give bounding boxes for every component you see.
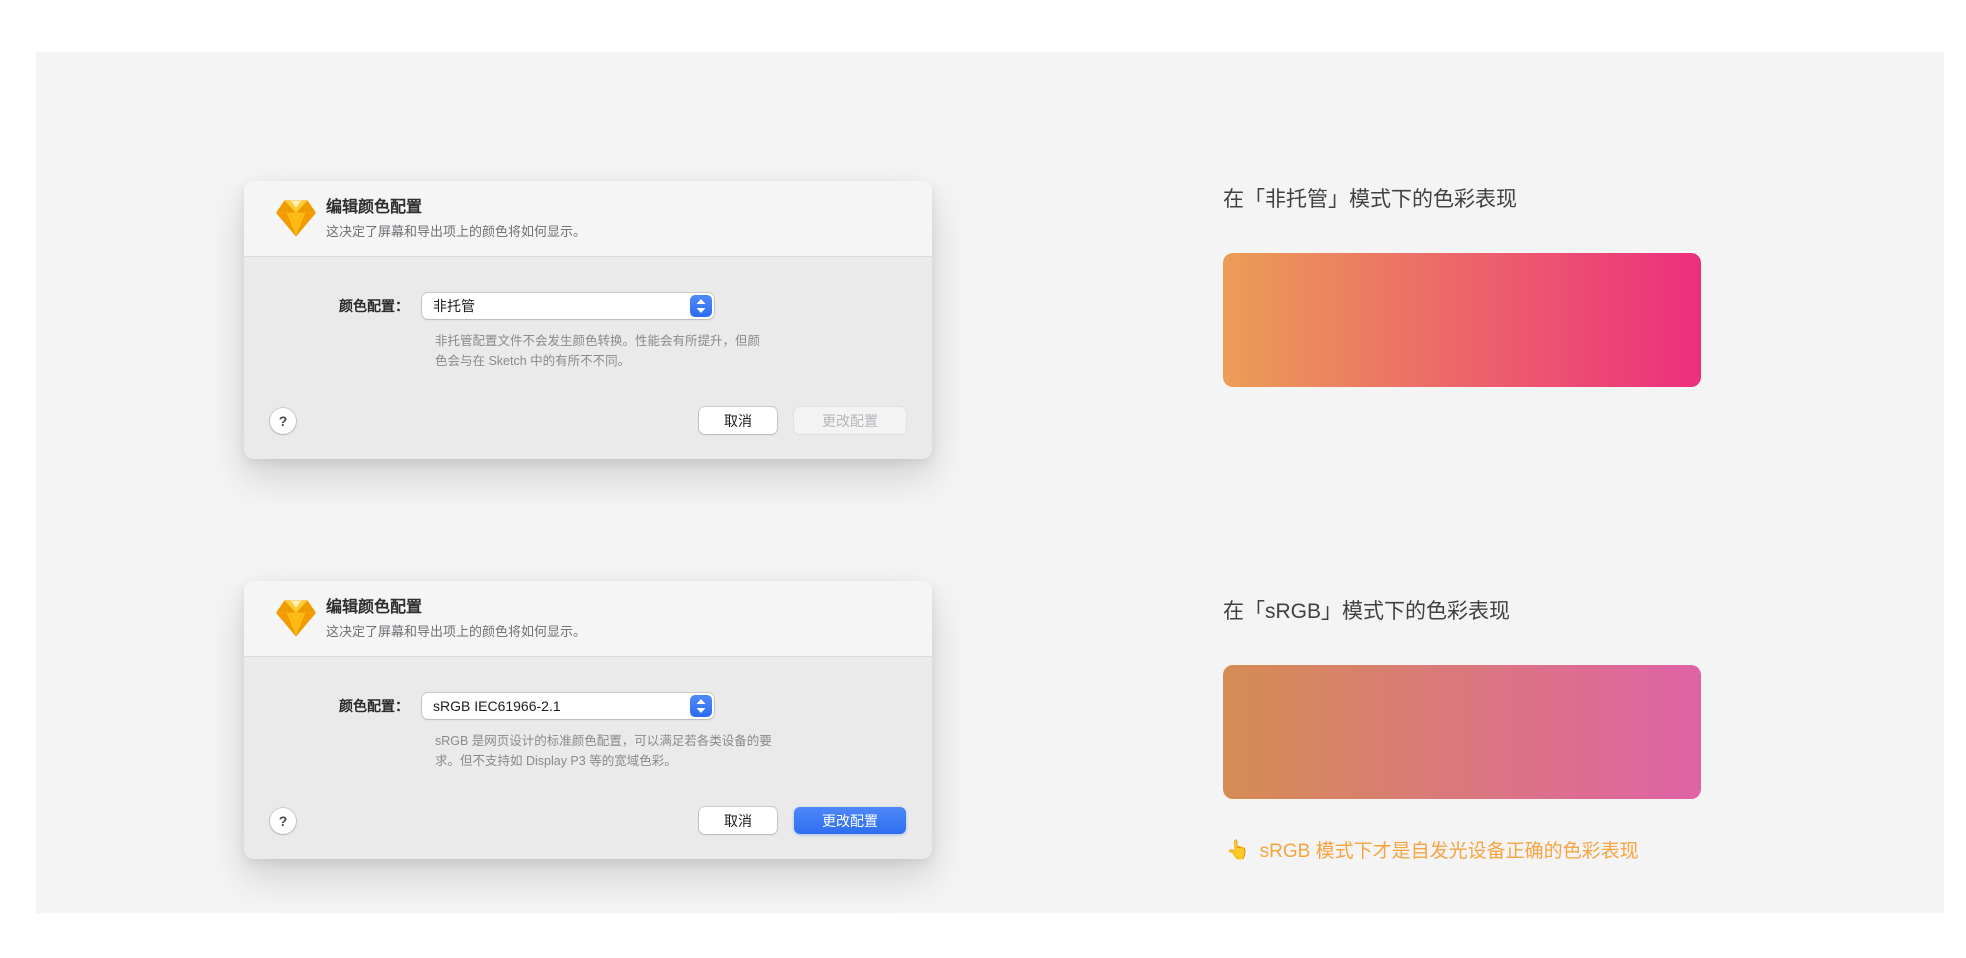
content-panel: 编辑颜色配置 这决定了屏幕和导出项上的颜色将如何显示。 颜色配置： 非托管 非托… <box>36 52 1944 913</box>
profile-description-line1: 非托管配置文件不会发生颜色转换。性能会有所提升，但颜 <box>435 334 760 348</box>
profile-description: sRGB 是网页设计的标准颜色配置，可以满足若各类设备的要 求。但不支持如 Di… <box>435 732 909 772</box>
dialog-header: 编辑颜色配置 这决定了屏幕和导出项上的颜色将如何显示。 <box>244 181 932 257</box>
stepper-chevrons-icon[interactable] <box>690 295 712 317</box>
color-profile-label: 颜色配置： <box>244 696 422 716</box>
cancel-button[interactable]: 取消 <box>699 807 777 834</box>
edit-color-profile-dialog-unmanaged: 编辑颜色配置 这决定了屏幕和导出项上的颜色将如何显示。 颜色配置： 非托管 非托… <box>244 181 932 459</box>
dialog-subtitle: 这决定了屏幕和导出项上的颜色将如何显示。 <box>326 621 586 640</box>
sketch-diamond-icon <box>276 200 316 237</box>
edit-color-profile-dialog-srgb: 编辑颜色配置 这决定了屏幕和导出项上的颜色将如何显示。 颜色配置： sRGB I… <box>244 581 932 859</box>
preview-title-srgb: 在「sRGB」模式下的色彩表现 <box>1223 595 1510 625</box>
dialog-header-text: 编辑颜色配置 这决定了屏幕和导出项上的颜色将如何显示。 <box>326 598 586 640</box>
color-profile-field-row: 颜色配置： sRGB IEC61966-2.1 <box>244 693 932 719</box>
pointing-up-finger-icon: 👆 <box>1226 838 1250 862</box>
preview-title-unmanaged: 在「非托管」模式下的色彩表现 <box>1223 183 1517 213</box>
help-button[interactable]: ? <box>270 808 296 834</box>
color-profile-select[interactable]: 非托管 <box>422 293 714 319</box>
dialog-header: 编辑颜色配置 这决定了屏幕和导出项上的颜色将如何显示。 <box>244 581 932 657</box>
profile-description-line1: sRGB 是网页设计的标准颜色配置，可以满足若各类设备的要 <box>435 734 772 748</box>
dialog-header-text: 编辑颜色配置 这决定了屏幕和导出项上的颜色将如何显示。 <box>326 198 586 240</box>
dialog-subtitle: 这决定了屏幕和导出项上的颜色将如何显示。 <box>326 221 586 240</box>
srgb-note-text: sRGB 模式下才是自发光设备正确的色彩表现 <box>1260 836 1639 863</box>
dialog-title: 编辑颜色配置 <box>326 198 586 218</box>
dialog-footer: ? 取消 更改配置 <box>244 807 932 834</box>
color-profile-field-row: 颜色配置： 非托管 <box>244 293 932 319</box>
gradient-swatch-unmanaged <box>1223 253 1701 387</box>
cancel-button[interactable]: 取消 <box>699 407 777 434</box>
color-profile-select-value: sRGB IEC61966-2.1 <box>422 698 561 714</box>
sketch-diamond-icon <box>276 600 316 637</box>
help-button[interactable]: ? <box>270 408 296 434</box>
gradient-swatch-srgb <box>1223 665 1701 799</box>
change-profile-button-disabled: 更改配置 <box>794 407 906 434</box>
color-profile-label: 颜色配置： <box>244 296 422 316</box>
color-profile-select-value: 非托管 <box>422 296 475 316</box>
change-profile-button[interactable]: 更改配置 <box>794 807 906 834</box>
dialog-footer: ? 取消 更改配置 <box>244 407 932 434</box>
color-profile-select[interactable]: sRGB IEC61966-2.1 <box>422 693 714 719</box>
srgb-note: 👆 sRGB 模式下才是自发光设备正确的色彩表现 <box>1226 836 1639 863</box>
profile-description-line2: 求。但不支持如 Display P3 等的宽域色彩。 <box>435 754 677 768</box>
profile-description-line2: 色会与在 Sketch 中的有所不不同。 <box>435 354 630 368</box>
dialog-title: 编辑颜色配置 <box>326 598 586 618</box>
stepper-chevrons-icon[interactable] <box>690 695 712 717</box>
profile-description: 非托管配置文件不会发生颜色转换。性能会有所提升，但颜 色会与在 Sketch 中… <box>435 332 909 372</box>
